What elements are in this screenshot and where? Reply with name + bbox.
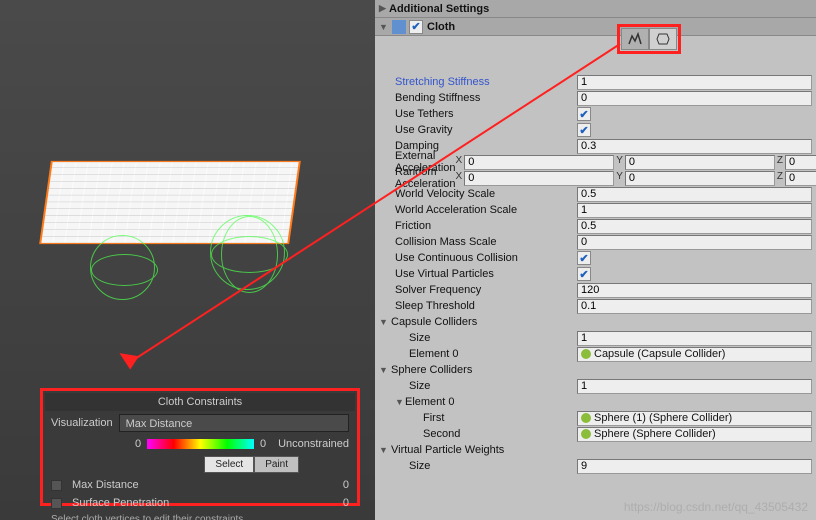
rand-accel-z[interactable] xyxy=(785,171,816,186)
gradient-bar xyxy=(147,439,254,449)
panel-title: Cloth Constraints xyxy=(45,393,355,411)
damping-input[interactable] xyxy=(577,139,812,154)
cloth-tools xyxy=(617,24,681,54)
capsule-element0-label: Element 0 xyxy=(379,348,577,360)
sphere-colliders-label: Sphere Colliders xyxy=(389,364,587,376)
visualization-dropdown[interactable]: Max Distance xyxy=(119,414,349,432)
foldout-icon: ▶ xyxy=(379,3,389,14)
surface-penetration-checkbox[interactable] xyxy=(51,498,62,509)
collision-mass-scale-label: Collision Mass Scale xyxy=(379,236,577,248)
capsule-size-label: Size xyxy=(379,332,577,344)
solver-frequency-label: Solver Frequency xyxy=(379,284,577,296)
collider-icon xyxy=(581,413,591,423)
stretching-stiffness-label: Stretching Stiffness xyxy=(379,76,577,88)
ext-accel-x[interactable] xyxy=(464,155,614,170)
capsule-size-input[interactable] xyxy=(577,331,812,346)
collider-icon xyxy=(581,349,591,359)
sphere-second-label: Second xyxy=(379,428,577,440)
use-tethers-checkbox[interactable]: ✔ xyxy=(577,107,591,121)
max-distance-label: Max Distance xyxy=(72,479,139,491)
use-continuous-collision-checkbox[interactable]: ✔ xyxy=(577,251,591,265)
component-icon xyxy=(392,20,406,34)
sphere-first-field[interactable]: Sphere (1) (Sphere Collider) xyxy=(577,411,812,426)
capsule-element0-field[interactable]: Capsule (Capsule Collider) xyxy=(577,347,812,362)
virtual-particle-weights-label: Virtual Particle Weights xyxy=(389,444,587,456)
max-distance-checkbox[interactable] xyxy=(51,480,62,491)
scene-view[interactable]: Cloth Constraints Visualization Max Dist… xyxy=(0,0,375,520)
stretching-stiffness-input[interactable] xyxy=(577,75,812,90)
panel-footer: Select cloth vertices to edit their cons… xyxy=(45,512,355,520)
sphere-element0-label: Element 0 xyxy=(403,396,587,408)
enable-checkbox[interactable]: ✔ xyxy=(409,20,423,34)
gradient-min: 0 xyxy=(135,438,141,450)
vpw-size-input[interactable] xyxy=(577,459,812,474)
sleep-threshold-label: Sleep Threshold xyxy=(379,300,577,312)
sphere-size-input[interactable] xyxy=(577,379,812,394)
foldout-icon[interactable]: ▼ xyxy=(379,365,389,375)
visualization-label: Visualization xyxy=(51,417,113,429)
use-tethers-label: Use Tethers xyxy=(379,108,577,120)
vpw-size-label: Size xyxy=(379,460,577,472)
friction-label: Friction xyxy=(379,220,577,232)
random-acceleration-label: Random Acceleration xyxy=(379,166,456,190)
cloth-constraints-panel: Cloth Constraints Visualization Max Dist… xyxy=(40,388,360,506)
rand-accel-x[interactable] xyxy=(464,171,614,186)
bending-stiffness-label: Bending Stiffness xyxy=(379,92,577,104)
inspector-panel: ▶ Additional Settings ▼ ✔ Cloth Stretchi… xyxy=(375,0,816,520)
ext-accel-y[interactable] xyxy=(625,155,775,170)
gradient-max: 0 xyxy=(260,438,266,450)
foldout-icon: ▼ xyxy=(379,22,389,32)
foldout-icon[interactable]: ▼ xyxy=(379,397,403,407)
surface-penetration-value: 0 xyxy=(343,497,349,509)
use-virtual-particles-label: Use Virtual Particles xyxy=(379,268,577,280)
ext-accel-z[interactable] xyxy=(785,155,816,170)
rand-accel-y[interactable] xyxy=(625,171,775,186)
edit-collision-button[interactable] xyxy=(649,28,677,50)
sphere-second-field[interactable]: Sphere (Sphere Collider) xyxy=(577,427,812,442)
use-gravity-checkbox[interactable]: ✔ xyxy=(577,123,591,137)
bending-stiffness-input[interactable] xyxy=(577,91,812,106)
solver-frequency-input[interactable] xyxy=(577,283,812,298)
paint-button[interactable]: Paint xyxy=(254,456,299,473)
sleep-threshold-input[interactable] xyxy=(577,299,812,314)
watermark: https://blog.csdn.net/qq_43505432 xyxy=(624,500,808,514)
foldout-icon[interactable]: ▼ xyxy=(379,317,389,327)
collider-icon xyxy=(581,429,591,439)
edit-constraints-button[interactable] xyxy=(621,28,649,50)
foldout-icon[interactable]: ▼ xyxy=(379,445,389,455)
cloth-component-header[interactable]: ▼ ✔ Cloth xyxy=(375,18,816,36)
select-button[interactable]: Select xyxy=(204,456,254,473)
friction-input[interactable] xyxy=(577,219,812,234)
unconstrained-label: Unconstrained xyxy=(278,438,349,450)
world-acceleration-scale-input[interactable] xyxy=(577,203,812,218)
sphere-first-label: First xyxy=(379,412,577,424)
world-velocity-scale-label: World Velocity Scale xyxy=(379,188,577,200)
surface-penetration-label: Surface Penetration xyxy=(72,497,169,509)
use-continuous-collision-label: Use Continuous Collision xyxy=(379,252,577,264)
use-virtual-particles-checkbox[interactable]: ✔ xyxy=(577,267,591,281)
collision-mass-scale-input[interactable] xyxy=(577,235,812,250)
sphere-collider-gizmo xyxy=(210,215,285,290)
capsule-colliders-label: Capsule Colliders xyxy=(389,316,587,328)
sphere-collider-gizmo xyxy=(90,235,155,300)
world-velocity-scale-input[interactable] xyxy=(577,187,812,202)
additional-settings-header[interactable]: ▶ Additional Settings xyxy=(375,0,816,18)
sphere-size-label: Size xyxy=(379,380,577,392)
max-distance-value: 0 xyxy=(343,479,349,491)
world-acceleration-scale-label: World Acceleration Scale xyxy=(379,204,577,216)
